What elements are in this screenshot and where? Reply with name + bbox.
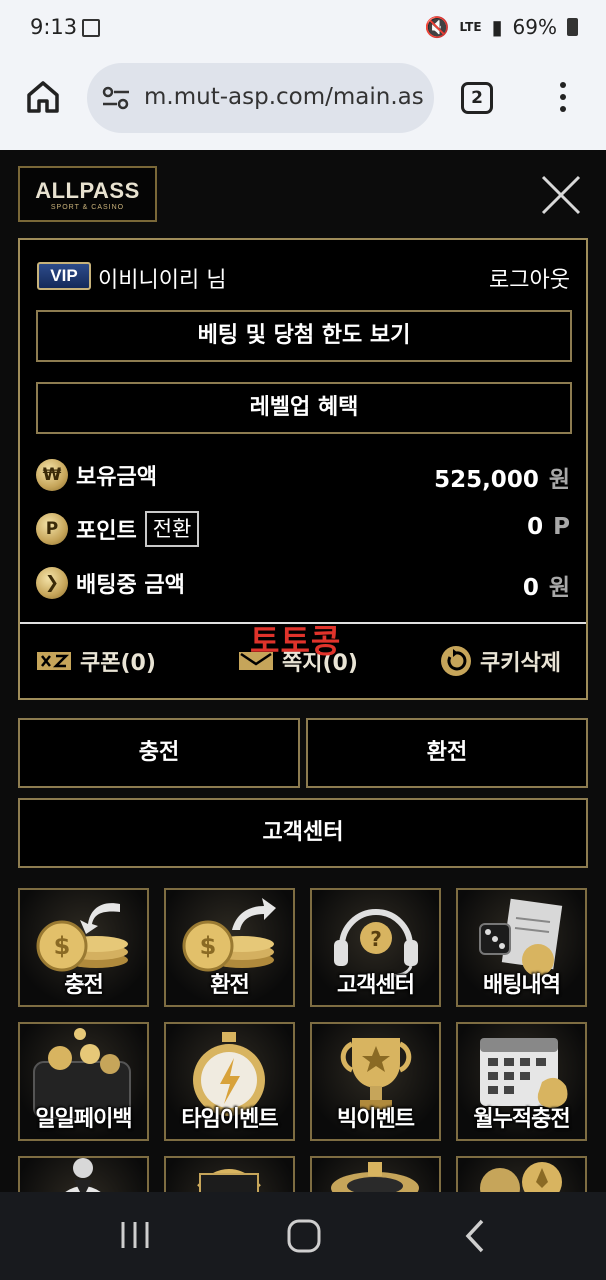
refresh-icon <box>441 646 471 676</box>
tile-row3-3[interactable] <box>310 1156 441 1192</box>
tile-label: 배팅내역 <box>483 973 561 998</box>
site-settings-icon[interactable] <box>101 85 131 111</box>
address-bar[interactable]: m.mut-asp.com/main.as <box>87 63 434 133</box>
levelup-benefits-button[interactable]: 레벨업 혜택 <box>36 382 572 434</box>
user-panel: VIP 이비니이리 님 로그아웃 베팅 및 당첨 한도 보기 레벨업 혜택 ₩ … <box>18 238 588 700</box>
points-value: 0P <box>527 514 570 540</box>
tile-row3-2[interactable] <box>164 1156 295 1192</box>
mute-icon: 🔇 <box>424 15 450 39</box>
site-logo[interactable]: ALLPASS SPORT & CASINO <box>18 166 157 222</box>
tile-label: 빅이벤트 <box>337 1107 415 1132</box>
tile-label: 월누적충전 <box>473 1107 570 1132</box>
recent-apps-icon[interactable] <box>118 1218 152 1252</box>
tile-label: 환전 <box>210 973 249 998</box>
deposit-button[interactable]: 충전 <box>18 718 300 788</box>
crypto-coins-icon <box>480 1162 562 1192</box>
cookie-delete-link[interactable]: 쿠키삭제 <box>440 644 561 678</box>
lte-icon: LTE <box>459 20 482 34</box>
tile-withdraw[interactable]: $ 환전 <box>164 888 295 1007</box>
tile-label: 타임이벤트 <box>181 1107 278 1132</box>
back-icon[interactable] <box>462 1218 488 1254</box>
slot-machine-icon <box>197 1169 261 1192</box>
side-menu: ALLPASS SPORT & CASINO VIP 이비니이리 님 로그아웃 … <box>0 150 606 1192</box>
roulette-icon <box>331 1162 419 1192</box>
home-nav-icon[interactable] <box>286 1218 322 1254</box>
betting-row: ❯ 배팅중 금액 <box>36 566 185 600</box>
tile-monthly-deposit[interactable]: 월누적충전 <box>456 1022 587 1141</box>
status-time: 9:13 <box>30 15 78 39</box>
betting-value: 0원 <box>522 575 570 601</box>
betting-limits-button[interactable]: 베팅 및 당첨 한도 보기 <box>36 310 572 362</box>
coupon-icon <box>37 652 71 670</box>
balance-value: 525,000 원 <box>434 467 570 493</box>
tile-label: 충전 <box>64 973 103 998</box>
logo-title: ALLPASS <box>35 178 140 203</box>
won-coin-icon: ₩ <box>36 459 68 491</box>
battery-icon <box>567 18 578 36</box>
username: 이비니이리 님 <box>98 268 227 293</box>
withdraw-button[interactable]: 환전 <box>306 718 588 788</box>
gallery-icon <box>82 19 100 37</box>
browser-toolbar: m.mut-asp.com/main.as 2 <box>0 56 606 150</box>
battery-percent: 69% <box>512 15 557 39</box>
point-coin-icon: P <box>36 513 68 545</box>
tile-row3-4[interactable] <box>456 1156 587 1192</box>
watermark: 토토콩 <box>250 622 342 660</box>
balance-row: ₩ 보유금액 <box>36 458 157 492</box>
logo-subtitle: SPORT & CASINO <box>50 204 125 211</box>
tile-label: 고객센터 <box>337 973 415 998</box>
points-label: 포인트 <box>76 519 137 544</box>
logout-button[interactable]: 로그아웃 <box>489 262 570 294</box>
tile-row3-1[interactable] <box>18 1156 149 1192</box>
vip-badge: VIP <box>37 262 91 290</box>
betting-label: 배팅중 금액 <box>76 573 185 598</box>
tile-betting-history[interactable]: 배팅내역 <box>456 888 587 1007</box>
svg-text:?: ? <box>370 927 382 951</box>
overflow-menu-icon[interactable] <box>557 82 569 116</box>
tile-time-event[interactable]: 타임이벤트 <box>164 1022 295 1141</box>
url-text: m.mut-asp.com/main.as <box>144 84 424 110</box>
close-icon[interactable] <box>538 172 584 218</box>
coupon-link[interactable]: 쿠폰(0) <box>36 644 156 678</box>
points-row: P 포인트 전환 <box>36 511 200 547</box>
tile-deposit[interactable]: $ 충전 <box>18 888 149 1007</box>
svg-text:$: $ <box>54 932 71 960</box>
signal-icon: ▮ <box>491 15 503 39</box>
tile-big-event[interactable]: 빅이벤트 <box>310 1022 441 1141</box>
svg-text:$: $ <box>200 932 217 960</box>
tile-daily-payback[interactable]: 일일페이백 <box>18 1022 149 1141</box>
android-nav-bar <box>0 1192 606 1280</box>
customer-center-button[interactable]: 고객센터 <box>18 798 588 868</box>
betting-coin-icon: ❯ <box>36 567 68 599</box>
tile-label: 일일페이백 <box>35 1107 132 1132</box>
balance-label: 보유금액 <box>76 465 157 490</box>
status-bar: 9:13 🔇 LTE ▮ 69% <box>0 0 606 56</box>
tile-customer-center[interactable]: ? 고객센터 <box>310 888 441 1007</box>
home-icon[interactable] <box>24 78 62 116</box>
status-icons: 🔇 LTE ▮ 69% <box>425 15 578 39</box>
dealer-icon <box>65 1158 101 1192</box>
points-convert-button[interactable]: 전환 <box>144 511 200 547</box>
tab-switcher-button[interactable]: 2 <box>461 82 493 114</box>
